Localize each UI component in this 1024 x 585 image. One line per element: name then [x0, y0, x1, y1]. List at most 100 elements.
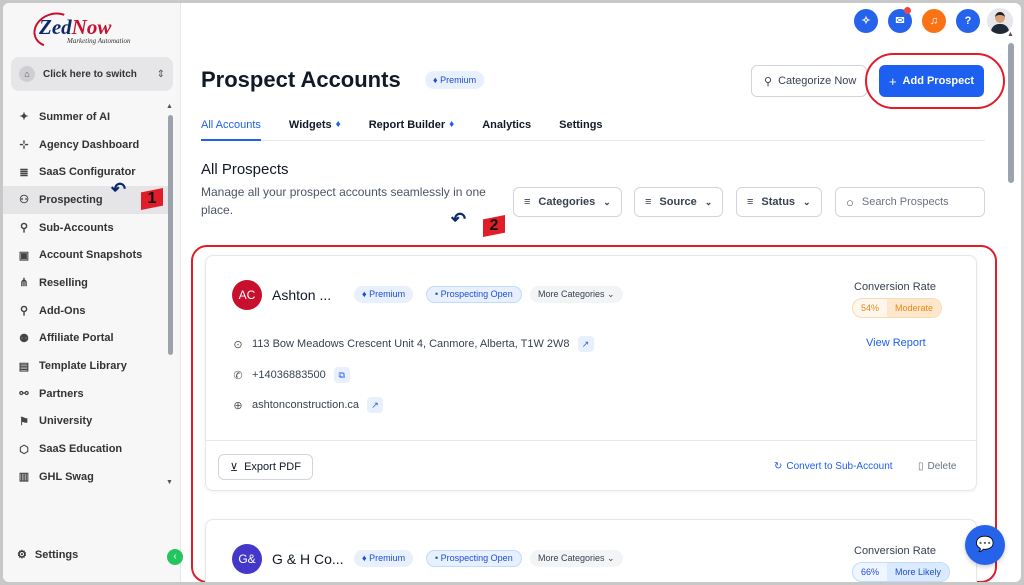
plus-icon: + — [888, 73, 897, 89]
sidebar-item-saas-education[interactable]: ⬡ SaaS Education — [3, 435, 173, 463]
conversion-rate-badge: 66% More Likely — [852, 562, 951, 582]
search-box[interactable]: ○ — [835, 187, 985, 217]
dashboard-icon: ⊹ — [19, 139, 29, 152]
sidebar-item-label: SaaS Education — [39, 443, 123, 456]
prospect-name[interactable]: G & H Co... — [272, 551, 344, 567]
sidebar-item-add-ons[interactable]: ⚲ Add-Ons — [3, 297, 173, 325]
sidebar-item-label: Template Library — [39, 360, 127, 373]
tab-all-accounts[interactable]: All Accounts — [201, 113, 261, 141]
categorize-now-button[interactable]: ⚲ Categorize Now — [751, 65, 867, 97]
sidebar-item-partners[interactable]: ⚯ Partners — [3, 380, 173, 408]
chat-widget-button[interactable]: 💬 — [965, 525, 1005, 565]
handshake-icon: ⚯ — [19, 388, 29, 401]
more-categories-dropdown[interactable]: More Categories ⌄ — [530, 286, 623, 303]
status-filter-label: Status — [761, 196, 796, 208]
more-categories-dropdown[interactable]: More Categories ⌄ — [530, 550, 623, 567]
conversion-rate-label: Conversion Rate — [854, 281, 936, 293]
sidebar-item-university[interactable]: ⚑ University — [3, 408, 173, 436]
status-pill: • Prospecting Open — [426, 550, 522, 567]
status-filter[interactable]: ≡ Status ⌄ — [736, 187, 822, 217]
source-filter[interactable]: ≡ Source ⌄ — [634, 187, 724, 217]
conversion-rate-label: Conversion Rate — [854, 545, 936, 557]
sidebar-item-saas-configurator[interactable]: ≣ SaaS Configurator — [3, 158, 173, 186]
conversion-pct: 66% — [861, 567, 880, 577]
sidebar-item-affiliate-portal[interactable]: ⚉ Affiliate Portal — [3, 325, 173, 353]
section-subtitle: Manage all your prospect accounts seamle… — [201, 185, 486, 217]
card-divider — [206, 440, 976, 441]
collapse-sidebar-button[interactable]: ‹ — [167, 549, 183, 565]
main-scroll-up-icon[interactable]: ▲ — [1007, 31, 1014, 38]
main-content: Prospect Accounts ♦ Premium ⚲ Categorize… — [191, 43, 1005, 582]
sidebar-item-ghl-swag[interactable]: ▥ GHL Swag — [3, 463, 173, 491]
diamond-icon: ♦ — [449, 119, 455, 130]
sparkle-icon: ✦ — [19, 111, 29, 124]
group-icon: ⚉ — [19, 332, 29, 345]
copy-icon[interactable]: ⧉ — [333, 367, 350, 383]
sidebar-item-label: Prospecting — [39, 193, 103, 206]
search-icon: ○ — [846, 194, 854, 210]
bell-icon[interactable]: ♫ — [922, 9, 946, 33]
tab-analytics[interactable]: Analytics — [482, 113, 531, 141]
export-pdf-button[interactable]: ⊻ Export PDF — [218, 454, 313, 480]
tab-widgets[interactable]: Widgets ♦ — [289, 113, 341, 141]
section-title: All Prospects — [201, 161, 289, 178]
delete-button[interactable]: ▯ Delete — [918, 461, 956, 472]
prospect-avatar: G& — [232, 544, 262, 574]
sidebar-item-label: Affiliate Portal — [39, 332, 114, 345]
help-icon[interactable]: ? — [956, 9, 980, 33]
settings-label: Settings — [34, 548, 79, 561]
sidebar-item-label: Reselling — [39, 276, 88, 289]
categorize-label: Categorize Now — [778, 75, 857, 87]
sidebar-item-label: Agency Dashboard — [39, 138, 140, 151]
tab-label: Settings — [559, 119, 603, 131]
annotation-arrow-1: ↶ — [111, 179, 127, 199]
diamond-icon: ♦ — [335, 119, 341, 130]
chevron-down-icon: ⌄ — [704, 196, 713, 207]
external-link-icon[interactable]: ↗ — [367, 397, 384, 413]
external-link-icon[interactable]: ↗ — [577, 336, 594, 352]
conversion-text: More Likely — [887, 563, 950, 581]
sidebar-scrollbar[interactable] — [168, 115, 173, 355]
categories-filter[interactable]: ≡ Categories ⌄ — [513, 187, 622, 217]
sidebar-item-settings[interactable]: ⚙ Settings — [17, 548, 79, 562]
search-input[interactable] — [861, 196, 972, 208]
view-report-link[interactable]: View Report — [866, 337, 926, 349]
premium-pill: ♦ Premium — [354, 286, 414, 303]
chevron-down-icon: ⌄ — [603, 196, 611, 207]
sidebar-item-sub-accounts[interactable]: ⚲ Sub-Accounts — [3, 214, 173, 242]
sidebar-item-label: University — [39, 415, 93, 428]
sidebar-item-account-snapshots[interactable]: ▣ Account Snapshots — [3, 241, 173, 269]
prospect-name[interactable]: Ashton ... — [272, 287, 331, 303]
user-tag-icon: ⚲ — [764, 75, 773, 88]
phone-icon: ✆ — [233, 369, 243, 382]
book-icon: ▤ — [18, 360, 30, 373]
shirt-icon: ▥ — [18, 471, 30, 484]
website-row: ⊕ ashtonconstruction.ca ↗ — [232, 397, 384, 413]
ai-icon[interactable]: ✧ — [854, 9, 878, 33]
logo[interactable]: ZedNow Marketing Automation — [28, 6, 163, 54]
snapshot-icon: ▣ — [18, 249, 30, 262]
main-scrollbar[interactable] — [1008, 43, 1014, 183]
tab-settings[interactable]: Settings — [559, 113, 602, 141]
sidebar-item-label: Sub-Accounts — [39, 221, 114, 234]
conversion-pct: 54% — [861, 303, 880, 313]
add-prospect-button[interactable]: + Add Prospect — [879, 65, 984, 97]
sidebar-item-label: Account Snapshots — [39, 249, 143, 262]
sidebar-item-reselling[interactable]: ⋔ Reselling — [3, 269, 173, 297]
scroll-down-icon[interactable]: ▼ — [166, 479, 173, 486]
logo-tagline: Marketing Automation — [67, 37, 131, 45]
sidebar-item-agency-dashboard[interactable]: ⊹ Agency Dashboard — [3, 131, 173, 159]
app-window: ZedNow Marketing Automation ⌂ Click here… — [3, 3, 1021, 582]
tab-label: Analytics — [482, 119, 532, 131]
phone-text: +14036883500 — [252, 369, 326, 381]
convert-to-sub-account-button[interactable]: ↻ Convert to Sub-Account — [774, 461, 893, 472]
annotation-arrow-2: ↶ — [451, 209, 467, 229]
tab-bar: All Accounts Widgets ♦ Report Builder ♦ Analy… — [201, 113, 985, 141]
account-switcher[interactable]: ⌂ Click here to switch ⇕ — [11, 57, 173, 91]
filter-icon: ≡ — [747, 196, 754, 208]
filter-icon: ≡ — [524, 196, 531, 208]
sidebar: ZedNow Marketing Automation ⌂ Click here… — [3, 3, 183, 582]
sidebar-item-template-library[interactable]: ▤ Template Library — [3, 352, 173, 380]
sidebar-item-summer-of-ai[interactable]: ✦ Summer of AI — [3, 103, 173, 131]
tab-report-builder[interactable]: Report Builder ♦ — [369, 113, 455, 141]
